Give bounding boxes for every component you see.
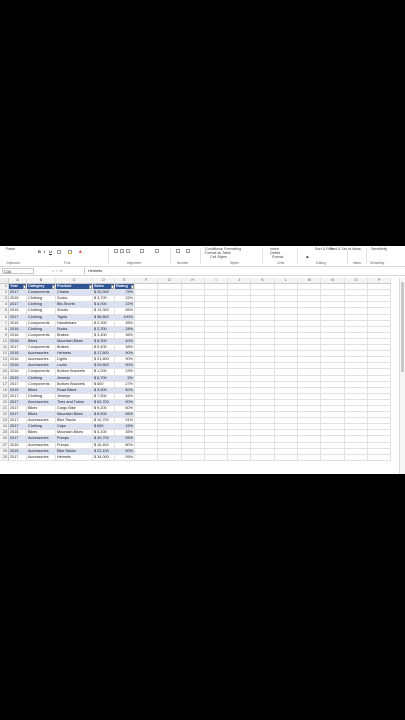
- number-format-icon[interactable]: [176, 249, 180, 253]
- table-body: 2 2017 Components Chains $ 20,000 75% 3 2015 Clo…: [0, 290, 400, 461]
- group-styles-label: Styles: [230, 261, 239, 265]
- wrap-text-icon[interactable]: [140, 249, 144, 253]
- filter-dropdown-icon[interactable]: [130, 285, 134, 289]
- row-header[interactable]: 29: [0, 454, 9, 461]
- cell-year[interactable]: 2017: [9, 454, 27, 461]
- underline-icon[interactable]: U: [49, 249, 52, 254]
- group-editing-label: Editing: [316, 261, 326, 265]
- group-ideas-label: Ideas: [353, 261, 361, 265]
- filter-dropdown-icon[interactable]: [88, 285, 92, 289]
- cell-rating[interactable]: 95%: [115, 454, 135, 461]
- fx-icon[interactable]: × ✓ fx: [52, 268, 62, 274]
- worksheet-grid[interactable]: A B C D E F G H I J K L M N O P 1 Year C…: [0, 278, 400, 461]
- format-button[interactable]: Format: [272, 255, 283, 259]
- filter-dropdown-icon[interactable]: [22, 285, 26, 289]
- find-select-button[interactable]: Find & Select: [330, 247, 351, 251]
- vertical-scrollbar[interactable]: [399, 278, 405, 474]
- paste-button[interactable]: Paste: [6, 247, 15, 251]
- percent-icon[interactable]: [186, 249, 190, 253]
- filter-dropdown-icon[interactable]: [110, 285, 114, 289]
- align-center-icon[interactable]: [120, 249, 124, 253]
- borders-icon[interactable]: [57, 250, 61, 254]
- table-header-cell[interactable]: Sales: [93, 284, 115, 291]
- group-clipboard-label: Clipboard: [6, 261, 20, 265]
- table-header-cell[interactable]: Product: [56, 284, 93, 291]
- sensitivity-button[interactable]: Sensitivity: [371, 247, 387, 251]
- font-color-icon[interactable]: A: [79, 249, 82, 254]
- ideas-button[interactable]: Ideas: [352, 247, 361, 251]
- table-header-cell[interactable]: Category: [27, 284, 56, 291]
- table-row: 29 2017 Accessories Helmets $ 34,000 95%: [0, 454, 400, 461]
- cell-product[interactable]: Helmets: [56, 454, 93, 461]
- cell-sales[interactable]: $ 34,000: [93, 454, 115, 461]
- scrollbar-thumb[interactable]: [401, 282, 404, 372]
- filter-dropdown-icon[interactable]: [51, 285, 55, 289]
- formula-input[interactable]: Helmets: [84, 268, 401, 274]
- group-cells-label: Cells: [277, 261, 285, 265]
- italic-icon[interactable]: I: [44, 249, 45, 254]
- group-font-label: Font: [64, 261, 71, 265]
- ribbon: Paste B I U A Conditional Formatting For…: [0, 246, 405, 267]
- fill-color-icon[interactable]: [68, 250, 72, 254]
- formula-bar: C34 × ✓ fx Helmets: [0, 267, 405, 276]
- group-number-label: Number: [177, 261, 189, 265]
- bold-icon[interactable]: B: [38, 249, 41, 254]
- align-right-icon[interactable]: [126, 249, 130, 253]
- group-sensitivity-label: Sensitivity: [370, 261, 385, 265]
- merge-center-icon[interactable]: [155, 249, 159, 253]
- group-alignment-label: Alignment: [127, 261, 142, 265]
- cell-category[interactable]: Accessories: [27, 454, 56, 461]
- name-box[interactable]: C34: [2, 268, 34, 274]
- table-header-cell[interactable]: Rating: [115, 284, 135, 291]
- cell-styles-button[interactable]: Cell Styles: [210, 255, 227, 259]
- align-left-icon[interactable]: [114, 249, 118, 253]
- excel-window: Paste B I U A Conditional Formatting For…: [0, 246, 405, 474]
- clear-icon[interactable]: ◆: [306, 255, 309, 259]
- table-header-cell[interactable]: Year: [9, 284, 27, 291]
